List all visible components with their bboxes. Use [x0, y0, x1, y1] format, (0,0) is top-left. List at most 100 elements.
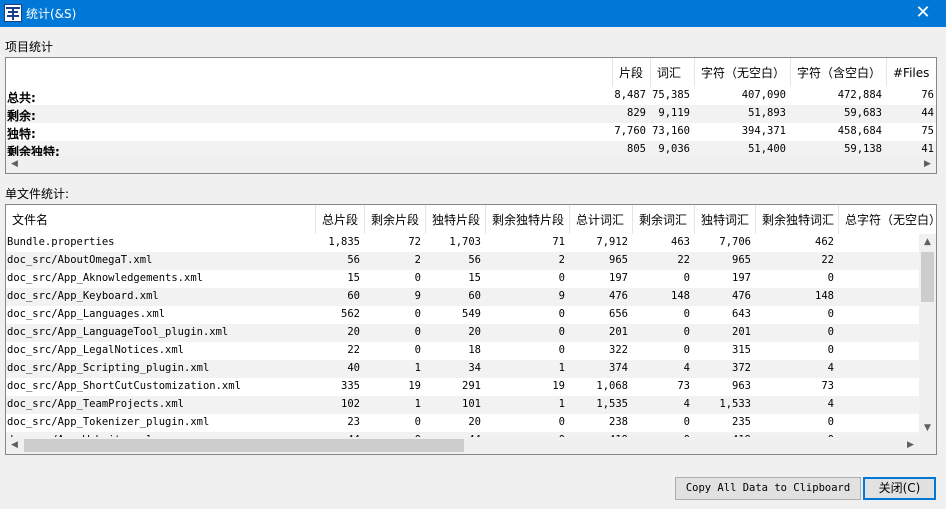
project-stats-cell: 51,400	[748, 143, 786, 155]
file-stats-cell: 462	[815, 236, 834, 248]
project-stats-row: 总共: 8,487 75,385 407,090 472,884 76	[6, 87, 936, 105]
file-stats-row[interactable]: doc_src/App_Keyboard.xml 60 9 60 9 476 148 476 1…	[6, 288, 932, 306]
file-stats-cell: 463	[671, 236, 690, 248]
file-stats-cell: 0	[827, 416, 834, 428]
filename-column-header[interactable]: 文件名	[6, 205, 315, 234]
file-stats-row[interactable]: doc_src/App_Scripting_plugin.xml 40 1 34 1 37…	[6, 360, 932, 378]
file-name-cell: doc_src/App_Scripting_plugin.xml	[7, 362, 210, 374]
file-stats-cell: 1	[838, 326, 932, 338]
file-column-header[interactable]: 剩余片段	[364, 205, 425, 234]
file-stats-cell: 20	[347, 326, 360, 338]
scroll-right-icon[interactable]: ▶	[902, 437, 919, 454]
scroll-left-icon[interactable]: ◀	[6, 156, 23, 173]
file-stats-cell: 1	[838, 272, 932, 284]
file-stats-cell: 0	[827, 308, 834, 320]
project-column-header[interactable]: 字符（含空白）	[790, 58, 886, 87]
file-stats-cell: 18	[468, 344, 481, 356]
file-stats-cell: 315	[732, 344, 751, 356]
file-vscrollbar[interactable]: ▲ ▼	[919, 234, 936, 437]
project-stats-cell: 9,119	[658, 107, 690, 119]
project-stats-cell: 75,385	[652, 89, 690, 101]
file-stats-cell: 4	[827, 398, 834, 410]
project-stats-cell: 75	[921, 125, 934, 137]
file-column-header[interactable]: 剩余独特词汇	[755, 205, 838, 234]
file-stats-row[interactable]: doc_src/App_Languages.xml 562 0 549 0 656 0 643…	[6, 306, 932, 324]
scroll-up-icon[interactable]: ▲	[919, 234, 936, 251]
file-stats-cell: 197	[732, 272, 751, 284]
file-stats-cell: 22	[347, 344, 360, 356]
scroll-right-icon[interactable]: ▶	[919, 156, 936, 173]
file-stats-cell: 0	[683, 416, 690, 428]
file-column-header[interactable]: 剩余独特片段	[485, 205, 569, 234]
file-stats-cell: 0	[558, 272, 565, 284]
file-stats-cell: 22	[821, 254, 834, 266]
project-column-header[interactable]: 字符（无空白）	[694, 58, 790, 87]
file-stats-cell: 1	[838, 416, 932, 428]
close-button[interactable]: 关闭(C)	[863, 477, 936, 500]
file-stats-cell: 1,835	[328, 236, 360, 248]
file-stats-cell: 1	[414, 362, 421, 374]
file-stats-cell: 7,706	[719, 236, 751, 248]
close-icon[interactable]: ✕	[915, 2, 930, 23]
file-column-header[interactable]: 独特词汇	[694, 205, 755, 234]
copy-all-data-button[interactable]: Copy All Data to Clipboard	[675, 477, 861, 500]
project-column-header[interactable]: 片段	[612, 58, 650, 87]
file-stats-cell: 0	[827, 272, 834, 284]
file-stats-row[interactable]: doc_src/App_Tokenizer_plugin.xml 23 0 20 0 23…	[6, 414, 932, 432]
file-stats-row[interactable]: Bundle.properties 1,835 72 1,703 71 7,912 463 7…	[6, 234, 932, 252]
file-stats-row[interactable]: doc_src/App_Aknowledgements.xml 15 0 15 0 197…	[6, 270, 932, 288]
file-stats-cell: 7,912	[596, 236, 628, 248]
file-stats-cell: 238	[609, 416, 628, 428]
file-stats-table[interactable]: 文件名 总片段 剩余片段 独特片段 剩余独特片段 总计词汇 剩余词汇 独特词汇 剩余独特词汇 总字…	[5, 204, 937, 455]
vscroll-thumb[interactable]	[921, 252, 934, 302]
file-stats-cell: 1	[414, 398, 421, 410]
file-stats-cell: 2	[838, 308, 932, 320]
file-stats-cell: 0	[683, 344, 690, 356]
file-name-cell: doc_src/App_Aknowledgements.xml	[7, 272, 203, 284]
file-column-header[interactable]: 剩余词汇	[632, 205, 694, 234]
file-stats-row[interactable]: doc_src/App_LegalNotices.xml 22 0 18 0 322 0 31…	[6, 342, 932, 360]
file-stats-cell: 4	[827, 362, 834, 374]
file-column-header[interactable]: 总片段	[315, 205, 364, 234]
file-stats-cell: 40	[347, 362, 360, 374]
file-name-cell: doc_src/App_LegalNotices.xml	[7, 344, 185, 356]
row-label: 剩余:	[7, 109, 36, 123]
file-stats-cell: 71	[552, 236, 565, 248]
file-stats-cell: 0	[558, 308, 565, 320]
scroll-down-icon[interactable]: ▼	[919, 420, 936, 437]
project-stats-cell: 76	[921, 89, 934, 101]
title-bar: 统计(&S) ✕	[0, 0, 946, 27]
hscroll-thumb[interactable]	[24, 439, 464, 452]
file-stats-row[interactable]: doc_src/AboutOmegaT.xml 56 2 56 2 965 22 965 22 5	[6, 252, 932, 270]
file-stats-cell: 19	[408, 380, 421, 392]
close-window-button[interactable]: ✕	[900, 0, 946, 27]
file-column-header[interactable]: 总计词汇	[569, 205, 632, 234]
file-stats-cell: 197	[609, 272, 628, 284]
file-stats-row[interactable]: doc_src/App_TeamProjects.xml 102 1 101 1 1,53…	[6, 396, 932, 414]
project-column-header[interactable]: 词汇	[650, 58, 694, 87]
project-stats-row: 独特: 7,760 73,160 394,371 458,684 75	[6, 123, 936, 141]
file-column-header[interactable]: 总字符（无空白）	[838, 205, 936, 234]
file-name-cell: doc_src/App_LanguageTool_plugin.xml	[7, 326, 229, 338]
file-stats-cell: 56	[468, 254, 481, 266]
project-stats-cell: 41	[921, 143, 934, 155]
project-stats-cell: 458,684	[837, 125, 882, 137]
file-stats-cell: 7	[838, 398, 932, 410]
file-stats-cell: 15	[347, 272, 360, 284]
file-stats-row[interactable]: doc_src/App_ShortCutCustomization.xml 335…	[6, 378, 932, 396]
file-stats-cell: 965	[609, 254, 628, 266]
project-stats-table[interactable]: 片段 词汇 字符（无空白） 字符（含空白） #Files 总共: 8,487 75,385 4…	[5, 57, 937, 174]
project-column-header[interactable]: #Files	[886, 58, 936, 87]
file-stats-cell: 0	[414, 272, 421, 284]
file-stats-cell: 15	[468, 272, 481, 284]
project-stats-cell: 73,160	[652, 125, 690, 137]
project-hscrollbar[interactable]: ◀ ▶	[6, 156, 936, 173]
file-hscrollbar[interactable]: ◀ ▶	[6, 437, 936, 454]
window-title: 统计(&S)	[26, 7, 77, 21]
file-stats-row[interactable]: doc_src/App_LanguageTool_plugin.xml 20 0 20…	[6, 324, 932, 342]
file-column-header[interactable]: 独特片段	[425, 205, 485, 234]
scroll-left-icon[interactable]: ◀	[6, 437, 23, 454]
project-stats-cell: 59,683	[844, 107, 882, 119]
project-stats-label: 项目统计	[5, 40, 54, 54]
project-stats-cell: 829	[627, 107, 646, 119]
